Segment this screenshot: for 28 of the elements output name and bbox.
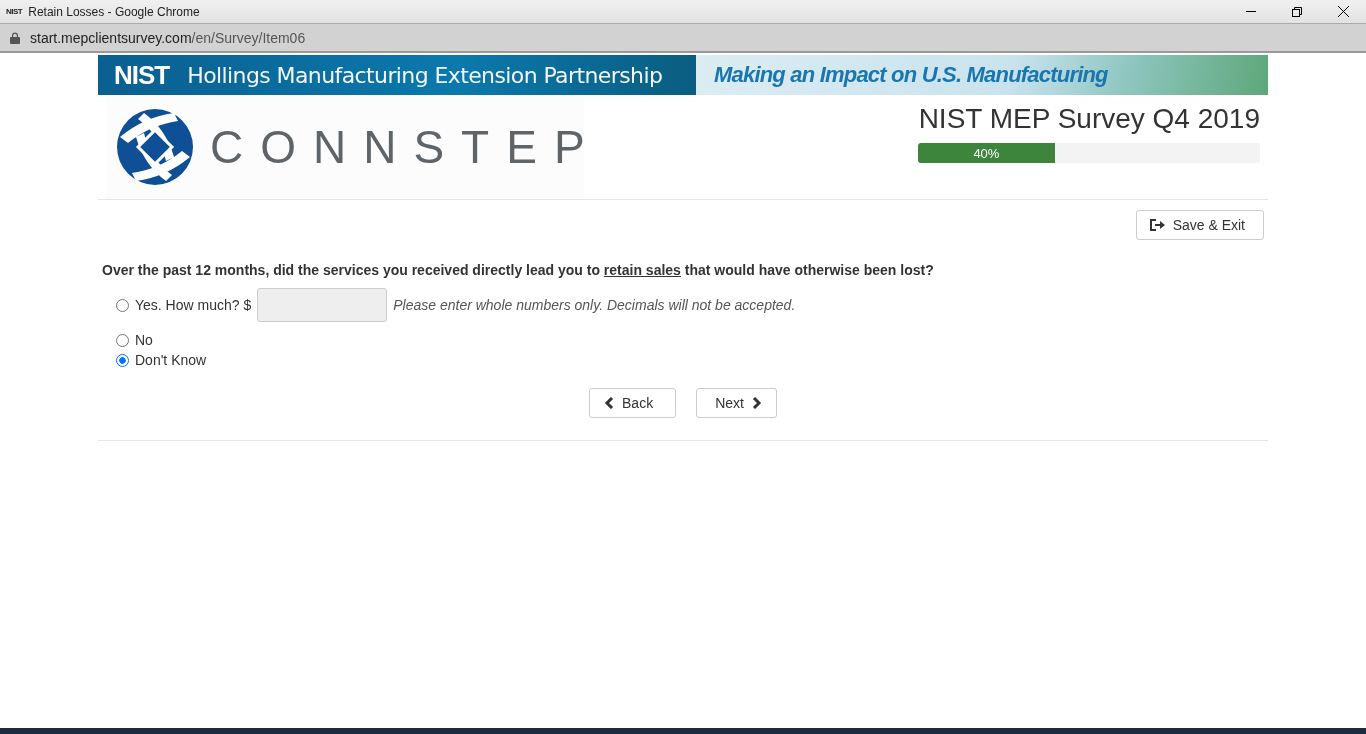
progress-label: 40% [973,145,1000,161]
back-button[interactable]: Back [589,388,677,418]
next-button[interactable]: Next [696,388,777,418]
radio-button[interactable] [116,333,129,347]
save-exit-button[interactable]: Save & Exit [1135,210,1264,240]
tagline-text: Making an Impact on U.S. Manufacturing [714,62,1108,88]
program-title: Hollings Manufacturing Extension Partnership [187,62,663,88]
url-text[interactable]: start.mepclientsurvey.com/en/Survey/Item06 [30,29,306,46]
window-title: Retain Losses - Google Chrome [28,4,200,19]
chevron-right-icon [751,397,762,409]
logo-wordmark: CONNSTEP [210,120,602,174]
lock-icon [10,31,20,44]
hint-text: Please enter whole numbers only. Decimals will not be accepted. [393,297,796,313]
minimize-icon [1246,10,1256,13]
logo-icon [114,107,196,187]
option-label: Don't Know [135,352,207,368]
exit-icon [1148,218,1165,232]
chevron-left-icon [604,397,615,409]
option-label: No [135,332,153,348]
brand-text: NIST [114,59,170,91]
option-label: Yes. How much? $ [135,297,252,313]
nist-favicon: NIST [6,7,23,16]
radio-button[interactable] [116,298,129,312]
restore-icon [1292,6,1302,17]
survey-title: NIST MEP Survey Q4 2019 [918,103,1260,135]
close-icon [1337,6,1349,17]
question-text: Over the past 12 months, did the services you received directly lead you to retain sales that would have otherwise been lost? [102,262,935,278]
radio-button[interactable] [116,353,129,367]
